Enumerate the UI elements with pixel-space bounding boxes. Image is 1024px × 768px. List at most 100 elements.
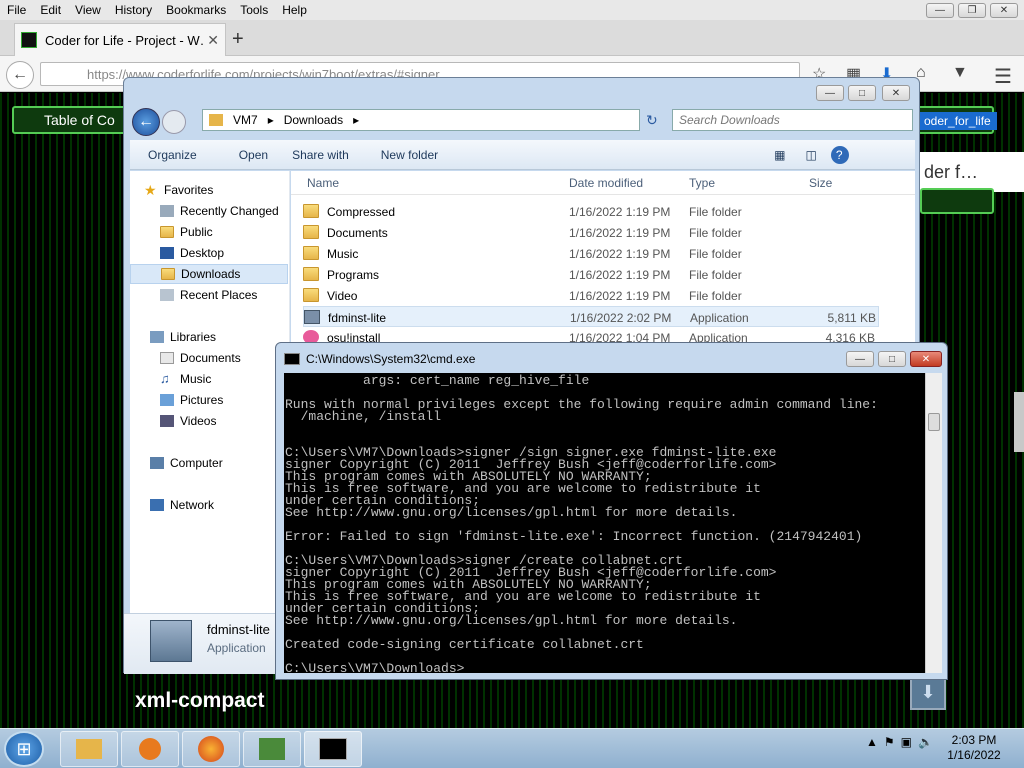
refresh-icon[interactable]: ↻ — [646, 112, 658, 129]
menu-file[interactable]: File — [0, 3, 33, 17]
share-with-button[interactable]: Share with — [286, 148, 355, 162]
explorer-maximize-button[interactable]: □ — [848, 85, 876, 101]
page-scrollbar[interactable] — [1014, 392, 1024, 452]
file-row[interactable]: Documents 1/16/2022 1:19 PM File folder — [303, 222, 879, 243]
file-row[interactable]: Video 1/16/2022 1:19 PM File folder — [303, 285, 879, 306]
cmd-minimize-button[interactable]: — — [846, 351, 874, 367]
taskbar-firefox[interactable] — [182, 731, 240, 767]
prompt-text: C:\Users\VM7\Downloads> — [285, 661, 465, 673]
explorer-minimize-button[interactable]: — — [816, 85, 844, 101]
clock[interactable]: 2:03 PM 1/16/2022 — [944, 733, 1004, 763]
col-date[interactable]: Date modified — [569, 176, 643, 190]
cmd-titlebar: C:\Windows\System32\cmd.exe — [284, 352, 475, 366]
computer-icon — [150, 457, 164, 469]
console-line: Created code-signing certificate collabn… — [285, 637, 644, 652]
folder-icon — [303, 204, 319, 218]
start-button[interactable]: ⊞ — [4, 731, 44, 767]
close-button[interactable]: ✕ — [990, 3, 1018, 18]
breadcrumb-vm7[interactable]: VM7 — [233, 113, 258, 127]
volume-icon[interactable]: 🔈 — [918, 735, 933, 749]
views-icon[interactable]: ▦ — [768, 148, 791, 162]
system-tray: ▲ ⚑ ▣ 🔈 — [866, 735, 933, 749]
back-icon[interactable]: ← — [6, 61, 34, 89]
taskbar-explorer[interactable] — [60, 731, 118, 767]
documents-icon — [160, 352, 174, 364]
explorer-close-button[interactable]: ✕ — [882, 85, 910, 101]
file-row-selected[interactable]: fdminst-lite 1/16/2022 2:02 PM Application… — [303, 306, 879, 327]
taskbar-media-player[interactable] — [121, 731, 179, 767]
installer-icon — [150, 620, 192, 662]
tray-expand-icon[interactable]: ▲ — [866, 735, 878, 749]
file-row[interactable]: Programs 1/16/2022 1:19 PM File folder — [303, 264, 879, 285]
clock-time: 2:03 PM — [951, 733, 997, 747]
breadcrumb-sep: ▸ — [353, 113, 360, 127]
menu-view[interactable]: View — [68, 3, 108, 17]
open-button[interactable]: Open — [233, 148, 274, 162]
pocket-icon[interactable]: ▼ — [952, 64, 968, 82]
taskbar-cmd[interactable] — [304, 731, 362, 767]
menu-help[interactable]: Help — [275, 3, 314, 17]
menu-tools[interactable]: Tools — [233, 3, 275, 17]
nav-label: Desktop — [180, 246, 225, 260]
breadcrumb-downloads[interactable]: Downloads — [284, 113, 343, 127]
taskbar-app[interactable] — [243, 731, 301, 767]
file-date: 1/16/2022 1:19 PM — [569, 268, 671, 282]
address-bar[interactable]: VM7 ▸ Downloads ▸ — [202, 109, 640, 131]
help-icon[interactable]: ? — [830, 145, 849, 164]
col-name[interactable]: Name — [307, 176, 339, 190]
network-tray-icon[interactable]: ▣ — [901, 735, 912, 749]
col-size[interactable]: Size — [809, 176, 832, 190]
menu-history[interactable]: History — [108, 3, 159, 17]
cmd-title: C:\Windows\System32\cmd.exe — [306, 352, 476, 366]
file-row[interactable]: Music 1/16/2022 1:19 PM File folder — [303, 243, 879, 264]
folder-icon — [303, 225, 319, 239]
cmd-maximize-button[interactable]: □ — [878, 351, 906, 367]
file-name: fdminst-lite — [328, 311, 387, 325]
file-row[interactable]: Compressed 1/16/2022 1:19 PM File folder — [303, 201, 879, 222]
hamburger-menu-icon[interactable]: ☰ — [994, 64, 1012, 89]
new-folder-button[interactable]: New folder — [375, 148, 444, 162]
nav-label: Music — [180, 372, 212, 386]
tray-flag-icon[interactable]: ⚑ — [884, 735, 895, 749]
explorer-forward-icon[interactable] — [162, 110, 186, 134]
nav-label: Recently Changed — [180, 204, 279, 218]
cmd-taskbar-icon — [319, 738, 347, 760]
new-tab-icon[interactable]: + — [232, 28, 244, 51]
nav-label: Public — [180, 225, 213, 239]
videos-icon — [160, 415, 174, 427]
nav-label: Recent Places — [180, 288, 258, 302]
browser-tab[interactable]: Coder for Life - Project - W… ✕ — [14, 23, 226, 56]
organize-button[interactable]: Organize — [142, 148, 203, 162]
coder-for-life-button[interactable]: oder_for_life — [912, 106, 997, 134]
cmd-close-button[interactable]: ✕ — [910, 351, 942, 367]
media-player-icon — [139, 738, 161, 760]
preview-pane-icon[interactable]: ◫ — [799, 148, 822, 162]
console-line: See http://www.gnu.org/licenses/gpl.html… — [285, 505, 738, 520]
cmd-scrollbar[interactable] — [925, 373, 942, 673]
scrollbar-thumb[interactable] — [928, 413, 940, 431]
explorer-icon — [76, 739, 102, 759]
explorer-search-input[interactable]: Search Downloads — [672, 109, 913, 131]
recent-icon — [160, 205, 174, 217]
network-icon — [150, 499, 164, 511]
console-output[interactable]: args: cert_name reg_hive_file Runs with … — [284, 373, 925, 673]
menu-bookmarks[interactable]: Bookmarks — [159, 3, 233, 17]
nav-downloads[interactable]: Downloads — [130, 264, 288, 284]
file-date: 1/16/2022 2:02 PM — [570, 311, 672, 325]
desktop-icon — [160, 247, 174, 259]
explorer-toolbar: Organize Open Share with New folder ▦ ◫ … — [130, 140, 915, 170]
restore-button[interactable]: ❐ — [958, 3, 986, 18]
nav-favorites[interactable]: ★ Favorites — [144, 180, 302, 200]
nav-label: Pictures — [180, 393, 224, 407]
minimize-button[interactable]: — — [926, 3, 954, 18]
green-box — [920, 188, 994, 214]
libraries-icon — [150, 331, 164, 343]
application-icon — [304, 310, 320, 324]
explorer-back-icon[interactable]: ← — [132, 108, 160, 136]
col-type[interactable]: Type — [689, 176, 715, 190]
file-type: File folder — [689, 226, 742, 240]
close-tab-icon[interactable]: ✕ — [207, 32, 219, 49]
firefox-menubar: File Edit View History Bookmarks Tools H… — [0, 0, 1024, 20]
menu-edit[interactable]: Edit — [33, 3, 68, 17]
coder-for-life-label: oder_for_life — [918, 112, 997, 130]
